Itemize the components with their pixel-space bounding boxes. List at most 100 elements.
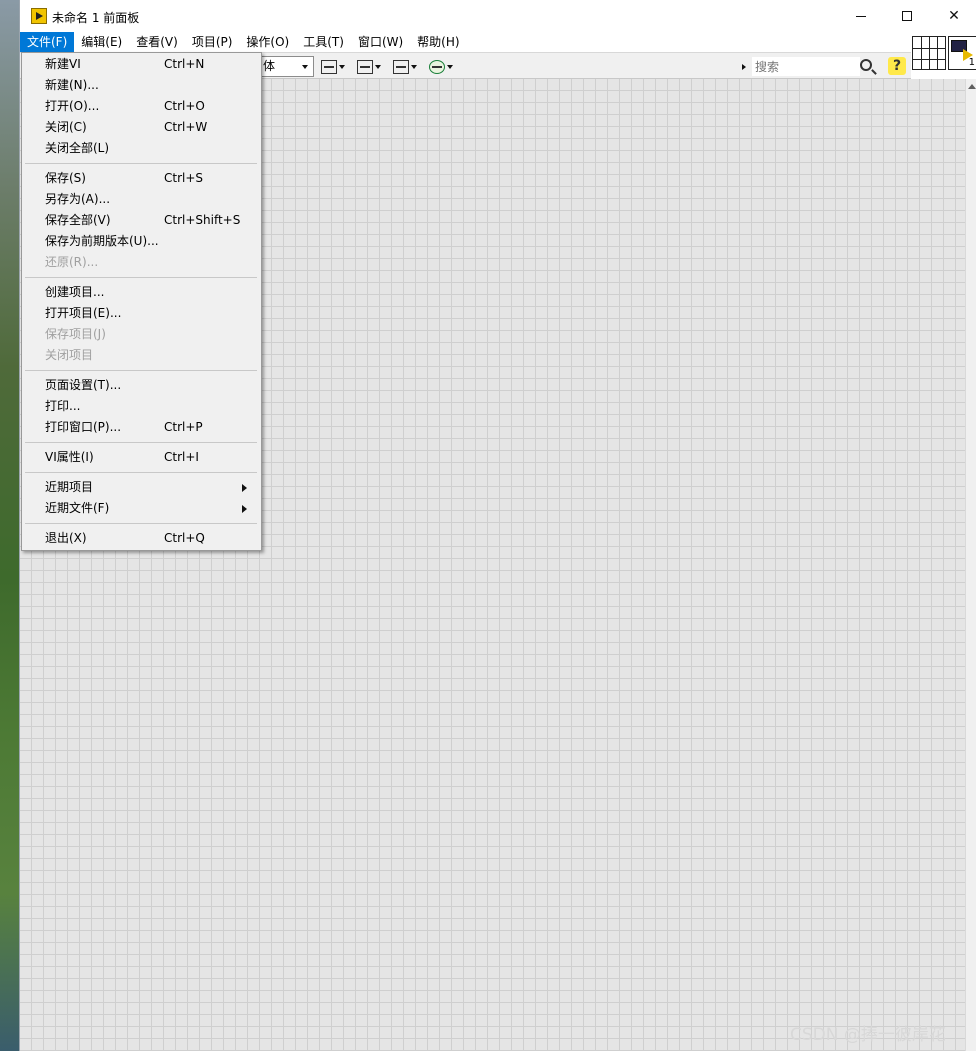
menu-item-label: VI属性(I) (45, 450, 94, 464)
menu-item-shortcut: Ctrl+O (164, 99, 205, 113)
menu-item-label: 打印... (45, 399, 81, 413)
file-menu-dropdown: 新建VI Ctrl+N 新建(N)... 打开(O)... Ctrl+O 关闭(C)… (21, 52, 262, 551)
menu-project[interactable]: 项目(P) (185, 32, 240, 52)
menu-item-new[interactable]: 新建(N)... (23, 75, 260, 96)
menu-item-label: 保存(S) (45, 171, 86, 185)
menu-item-save-project: 保存项目(J) (23, 324, 260, 345)
menu-operate[interactable]: 操作(O) (239, 32, 296, 52)
menu-item-close-project: 关闭项目 (23, 345, 260, 366)
title-bar[interactable]: 未命名 1 前面板 ✕ (20, 0, 976, 32)
menu-item-shortcut: Ctrl+W (164, 120, 208, 134)
submenu-arrow-icon (242, 484, 247, 492)
menu-item-create-project[interactable]: 创建项目... (23, 282, 260, 303)
menu-item-label: 打印窗口(P)... (45, 420, 122, 434)
menu-item-label: 保存项目(J) (45, 327, 106, 341)
maximize-icon (902, 11, 912, 21)
chevron-down-icon (302, 65, 308, 69)
menu-file[interactable]: 文件(F) (20, 32, 75, 52)
resize-objects-button[interactable] (393, 57, 421, 76)
text-settings-value: 体 (263, 59, 276, 73)
menu-item-page-setup[interactable]: 页面设置(T)... (23, 375, 260, 396)
distribute-objects-button[interactable] (357, 57, 385, 76)
menu-item-open-project[interactable]: 打开项目(E)... (23, 303, 260, 324)
menu-item-print[interactable]: 打印... (23, 396, 260, 417)
menu-item-label: 近期项目 (45, 480, 94, 494)
menu-item-label: 另存为(A)... (45, 192, 111, 206)
connector-pane[interactable] (912, 36, 946, 70)
menu-item-label: 近期文件(F) (45, 501, 110, 515)
desktop-background (0, 0, 20, 1051)
close-icon: ✕ (948, 8, 960, 24)
chevron-down-icon (447, 64, 453, 69)
menu-item-label: 保存为前期版本(U)... (45, 234, 159, 248)
watermark: CSDN @捧一彼岸花 (790, 1025, 946, 1045)
vertical-scrollbar[interactable] (965, 79, 976, 1051)
menu-item-label: 打开(O)... (45, 99, 100, 113)
minimize-button[interactable] (838, 0, 884, 32)
chevron-down-icon (411, 64, 417, 69)
scroll-up-arrow-icon[interactable] (968, 84, 976, 89)
menu-item-close[interactable]: 关闭(C) Ctrl+W (23, 117, 260, 138)
maximize-button[interactable] (884, 0, 930, 32)
menu-tools[interactable]: 工具(T) (296, 32, 351, 52)
menu-item-label: 打开项目(E)... (45, 306, 122, 320)
resize-icon (393, 59, 409, 74)
menu-item-label: 关闭项目 (45, 348, 94, 362)
menu-item-print-window[interactable]: 打印窗口(P)... Ctrl+P (23, 417, 260, 438)
menu-item-label: 页面设置(T)... (45, 378, 122, 392)
chevron-down-icon (375, 64, 381, 69)
menu-item-shortcut: Ctrl+N (164, 57, 205, 71)
menu-item-label: 新建(N)... (45, 78, 99, 92)
menu-separator (25, 472, 257, 473)
reorder-icon (429, 59, 445, 74)
search-expand-arrow-icon[interactable] (742, 64, 746, 70)
menu-help[interactable]: 帮助(H) (410, 32, 466, 52)
menu-separator (25, 442, 257, 443)
menu-item-shortcut: Ctrl+Shift+S (164, 213, 241, 227)
menu-separator (25, 523, 257, 524)
chevron-down-icon (339, 64, 345, 69)
menu-item-shortcut: Ctrl+P (164, 420, 203, 434)
menu-item-close-all[interactable]: 关闭全部(L) (23, 138, 260, 159)
menu-item-recent-projects[interactable]: 近期项目 (23, 477, 260, 498)
search-input[interactable] (752, 57, 860, 76)
menu-item-vi-properties[interactable]: VI属性(I) Ctrl+I (23, 447, 260, 468)
menu-item-exit[interactable]: 退出(X) Ctrl+Q (23, 528, 260, 549)
menu-item-shortcut: Ctrl+S (164, 171, 204, 185)
align-icon (321, 59, 337, 74)
text-settings-dropdown[interactable]: 体 (258, 56, 314, 77)
menu-item-label: 保存全部(V) (45, 213, 111, 227)
context-help-icon[interactable]: ? (888, 57, 906, 75)
close-button[interactable]: ✕ (931, 0, 976, 32)
align-objects-button[interactable] (321, 57, 349, 76)
labview-app-icon[interactable] (31, 8, 47, 24)
menu-item-open[interactable]: 打开(O)... Ctrl+O (23, 96, 260, 117)
vi-icon-number: 1 (968, 57, 975, 68)
menu-view[interactable]: 查看(V) (129, 32, 185, 52)
menu-item-shortcut: Ctrl+Q (164, 531, 205, 545)
menu-item-save-as[interactable]: 另存为(A)... (23, 189, 260, 210)
menu-item-revert: 还原(R)... (23, 252, 260, 273)
minimize-icon (856, 15, 866, 17)
distribute-icon (357, 59, 373, 74)
submenu-arrow-icon (242, 505, 247, 513)
reorder-button[interactable] (429, 57, 457, 76)
menu-item-label: 关闭全部(L) (45, 141, 110, 155)
menu-item-shortcut: Ctrl+I (164, 450, 199, 464)
menu-item-save[interactable]: 保存(S) Ctrl+S (23, 168, 260, 189)
window-title: 未命名 1 前面板 (52, 11, 140, 25)
menu-item-save-all[interactable]: 保存全部(V) Ctrl+Shift+S (23, 210, 260, 231)
menu-separator (25, 163, 257, 164)
menu-separator (25, 277, 257, 278)
menu-separator (25, 370, 257, 371)
menu-item-label: 关闭(C) (45, 120, 87, 134)
menu-item-save-previous-version[interactable]: 保存为前期版本(U)... (23, 231, 260, 252)
menu-item-recent-files[interactable]: 近期文件(F) (23, 498, 260, 519)
menu-item-label: 新建VI (45, 57, 81, 71)
vi-icon[interactable]: 1 (948, 36, 976, 70)
menu-item-new-vi[interactable]: 新建VI Ctrl+N (23, 54, 260, 75)
search-box (738, 56, 878, 77)
menu-edit[interactable]: 编辑(E) (74, 32, 129, 52)
menu-window[interactable]: 窗口(W) (351, 32, 410, 52)
search-icon[interactable] (860, 59, 872, 71)
